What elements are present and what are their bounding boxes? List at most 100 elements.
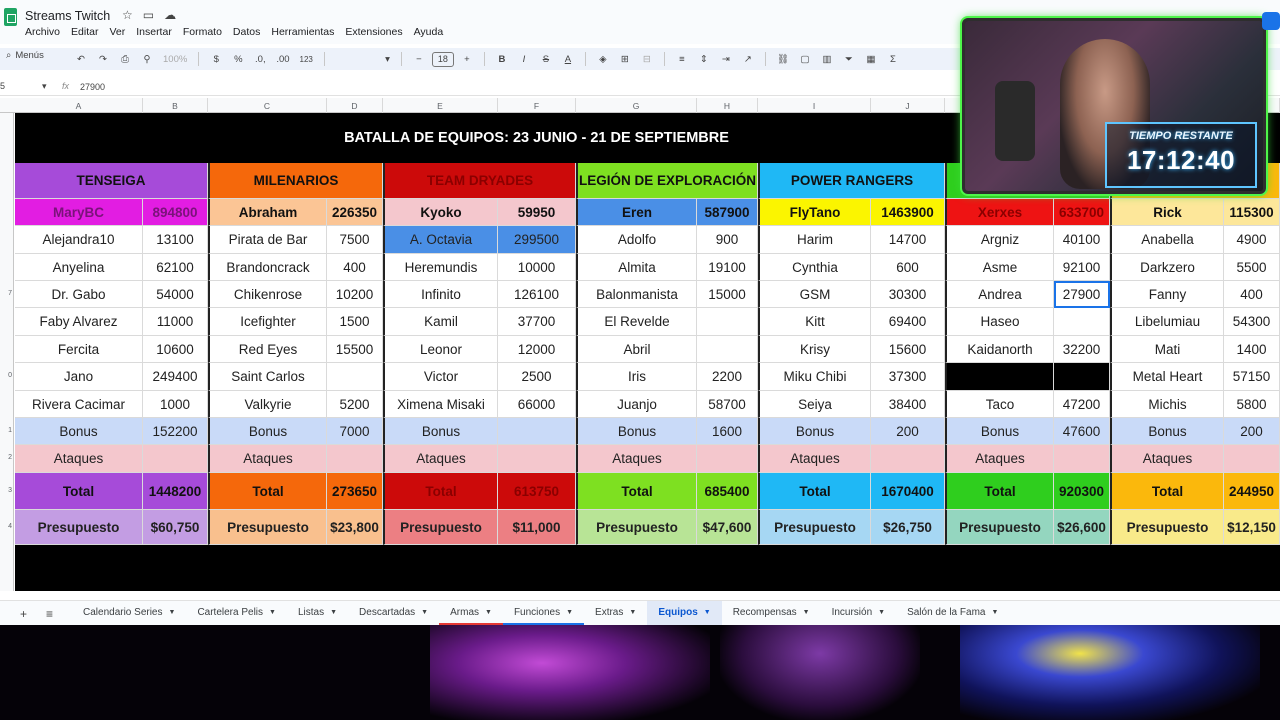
- font-size-increase-icon[interactable]: +: [458, 50, 476, 68]
- total-label[interactable]: Total: [383, 473, 498, 510]
- member-score[interactable]: 32200: [1054, 336, 1110, 363]
- all-sheets-icon[interactable]: ≡: [46, 607, 53, 621]
- member-score[interactable]: [1054, 363, 1110, 391]
- presupuesto-value[interactable]: $47,600: [697, 510, 758, 545]
- menu-item-formato[interactable]: Formato: [183, 26, 222, 38]
- bonus-label[interactable]: Bonus: [1110, 418, 1224, 445]
- total-label[interactable]: Total: [1110, 473, 1224, 510]
- member-name[interactable]: El Revelde: [576, 308, 697, 336]
- text-rotation-icon[interactable]: ↗: [739, 50, 757, 68]
- team-leader-name[interactable]: Kyoko: [383, 199, 498, 226]
- member-name[interactable]: Mati: [1110, 336, 1224, 363]
- ataques-label[interactable]: Ataques: [758, 445, 871, 473]
- member-score[interactable]: 15000: [697, 281, 758, 308]
- increase-decimal-button[interactable]: .00: [273, 50, 292, 68]
- team-leader-score[interactable]: 633700: [1054, 199, 1110, 226]
- folder-icon[interactable]: ▭: [143, 8, 154, 22]
- bonus-label[interactable]: Bonus: [15, 418, 143, 445]
- member-name[interactable]: Faby Alvarez: [15, 308, 143, 336]
- member-score[interactable]: 10000: [498, 254, 576, 281]
- insert-link-icon[interactable]: ⛓: [774, 50, 792, 68]
- member-score[interactable]: [697, 308, 758, 336]
- column-header[interactable]: F: [498, 98, 576, 113]
- caret-down-icon[interactable]: ▼: [991, 609, 998, 616]
- presupuesto-value[interactable]: $26,750: [871, 510, 945, 545]
- member-name[interactable]: Seiya: [758, 391, 871, 418]
- member-name[interactable]: Icefighter: [208, 308, 327, 336]
- bonus-label[interactable]: Bonus: [383, 418, 498, 445]
- member-name[interactable]: Pirata de Bar: [208, 226, 327, 254]
- number-format-button[interactable]: 123: [297, 50, 316, 68]
- caret-down-icon[interactable]: ▼: [704, 609, 711, 616]
- merge-cells-icon[interactable]: ⊟: [638, 50, 656, 68]
- column-header[interactable]: G: [576, 98, 697, 113]
- column-header[interactable]: E: [383, 98, 498, 113]
- horizontal-align-icon[interactable]: ≡: [673, 50, 691, 68]
- ataques-value[interactable]: [697, 445, 758, 473]
- bonus-value[interactable]: 200: [871, 418, 945, 445]
- bonus-value[interactable]: [498, 418, 576, 445]
- bonus-label[interactable]: Bonus: [758, 418, 871, 445]
- member-score[interactable]: 2200: [697, 363, 758, 391]
- member-score[interactable]: 11000: [143, 308, 208, 336]
- menu-item-ver[interactable]: Ver: [109, 26, 125, 38]
- ataques-value[interactable]: [327, 445, 383, 473]
- column-header[interactable]: H: [697, 98, 758, 113]
- member-name[interactable]: Argniz: [945, 226, 1054, 254]
- presupuesto-label[interactable]: Presupuesto: [383, 510, 498, 545]
- row-header[interactable]: 3: [0, 487, 14, 494]
- insert-comment-icon[interactable]: ▢: [796, 50, 814, 68]
- caret-down-icon[interactable]: ▼: [803, 609, 810, 616]
- member-score[interactable]: 400: [327, 254, 383, 281]
- add-sheet-icon[interactable]: +: [20, 607, 27, 621]
- member-score[interactable]: 38400: [871, 391, 945, 418]
- menu-search[interactable]: ⌕ Menús: [6, 50, 44, 61]
- column-header[interactable]: A: [15, 98, 143, 113]
- member-score[interactable]: 7500: [327, 226, 383, 254]
- menu-item-herramientas[interactable]: Herramientas: [271, 26, 334, 38]
- member-name[interactable]: Dr. Gabo: [15, 281, 143, 308]
- member-name[interactable]: GSM: [758, 281, 871, 308]
- member-name[interactable]: Rivera Cacimar: [15, 391, 143, 418]
- presupuesto-value[interactable]: $12,150: [1224, 510, 1280, 545]
- member-score[interactable]: 600: [871, 254, 945, 281]
- total-value[interactable]: 1670400: [871, 473, 945, 510]
- caret-down-icon[interactable]: ▼: [566, 609, 573, 616]
- column-header[interactable]: J: [871, 98, 945, 113]
- total-label[interactable]: Total: [208, 473, 327, 510]
- name-box[interactable]: 5 ▾: [0, 81, 50, 91]
- member-name[interactable]: Leonor: [383, 336, 498, 363]
- member-name[interactable]: Chikenrose: [208, 281, 327, 308]
- tab-sal-n-de-la-fama[interactable]: Salón de la Fama ▼: [896, 601, 1009, 626]
- undo-icon[interactable]: ↶: [72, 50, 90, 68]
- row-header[interactable]: 0: [0, 372, 14, 379]
- member-name[interactable]: Juanjo: [576, 391, 697, 418]
- percent-format-button[interactable]: %: [229, 50, 247, 68]
- member-score[interactable]: 47200: [1054, 391, 1110, 418]
- total-value[interactable]: 273650: [327, 473, 383, 510]
- member-score[interactable]: 5500: [1224, 254, 1280, 281]
- member-score[interactable]: 12000: [498, 336, 576, 363]
- zoom-select[interactable]: 100%: [160, 50, 190, 68]
- team-header[interactable]: LEGIÓN DE EXPLORACIÓN: [576, 163, 758, 199]
- presupuesto-label[interactable]: Presupuesto: [208, 510, 327, 545]
- row-header[interactable]: 1: [0, 427, 14, 434]
- font-family-select[interactable]: ▾: [333, 50, 393, 68]
- bonus-value[interactable]: 152200: [143, 418, 208, 445]
- row-header[interactable]: 7: [0, 290, 14, 297]
- formula-input[interactable]: 27900: [80, 82, 105, 92]
- tab-equipos[interactable]: Equipos ▼: [647, 601, 722, 626]
- member-name[interactable]: Andrea: [945, 281, 1054, 308]
- total-value[interactable]: 920300: [1054, 473, 1110, 510]
- member-score[interactable]: 40100: [1054, 226, 1110, 254]
- member-score[interactable]: 15500: [327, 336, 383, 363]
- document-title[interactable]: Streams Twitch: [25, 9, 110, 23]
- bonus-value[interactable]: 47600: [1054, 418, 1110, 445]
- text-wrap-icon[interactable]: ⇥: [717, 50, 735, 68]
- member-name[interactable]: Krisy: [758, 336, 871, 363]
- text-color-button[interactable]: A: [559, 50, 577, 68]
- functions-icon[interactable]: Σ: [884, 50, 902, 68]
- member-score[interactable]: 92100: [1054, 254, 1110, 281]
- member-score[interactable]: [327, 363, 383, 391]
- ataques-label[interactable]: Ataques: [15, 445, 143, 473]
